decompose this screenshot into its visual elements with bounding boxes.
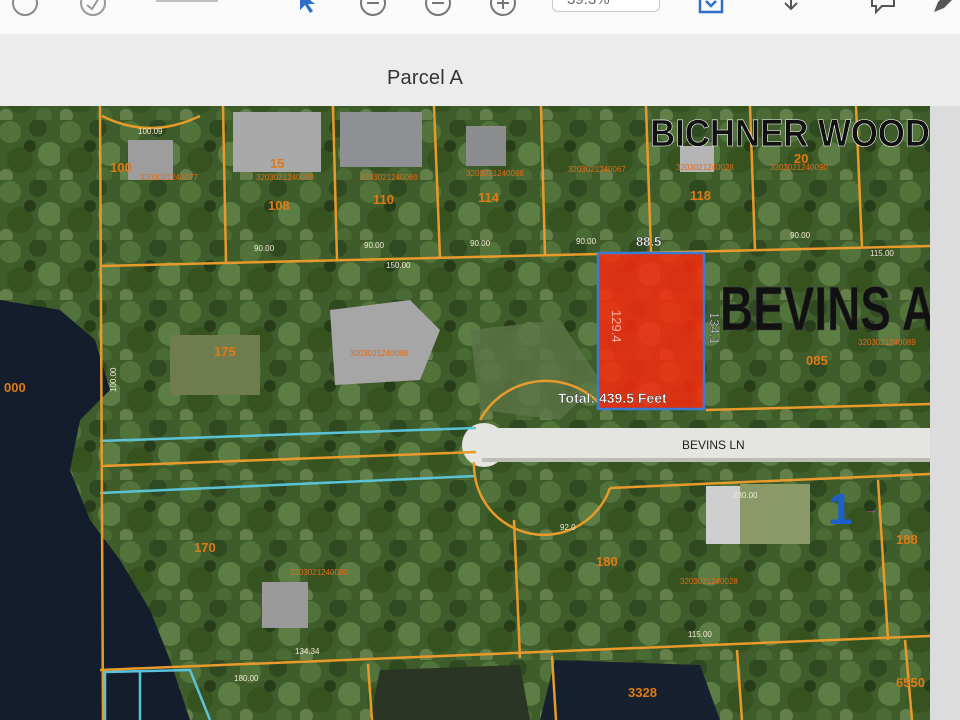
street-label: BEVINS LN [682,438,745,452]
parcel-number: 188 [896,532,918,547]
parcel-id: 3203021240090 [770,163,828,172]
pdf-toolbar: 39.3% [0,0,960,35]
parcel-id: 3203021240077 [140,173,198,182]
parcel-id: 3203021240090 [290,568,348,577]
parcel-id: 3203021240028 [676,163,734,172]
parcel-number: 110 [373,192,394,207]
parcel-id: 3203021240088 [350,349,408,358]
parcel-id: 3203021240089 [858,338,916,347]
dimension-label: 100.00 [109,367,118,392]
measure-left-length: 129.4 [609,310,624,343]
parcel-number: 085 [806,353,828,368]
roof-3 [340,112,422,167]
stamp-icon[interactable] [78,0,108,18]
parcel-number: 000 [4,380,26,395]
dimension-label: 90.00 [470,239,491,248]
parcel-number: 108 [268,198,290,213]
fit-page-icon[interactable] [696,0,726,18]
road-edge [482,458,930,462]
parcel-id: 3203021240067 [568,165,626,174]
zoom-out-icon[interactable] [358,0,388,18]
parcel-number: 118 [690,188,711,203]
dimension-label: 115.00 [870,249,894,258]
measure-right-length: 134.1 [707,312,722,345]
parcel-id: 3203021240069 [360,173,418,182]
zoom-level-field[interactable]: 39.3% [552,0,660,12]
dimension-label: 90.00 [576,237,597,246]
aerial-parcel-map[interactable]: BICHNER WOOD BEVINS A BEVINS LN 100 15 1… [0,106,930,720]
parcel-number: 170 [194,540,216,555]
parcel-number: 100 [110,160,132,175]
download-icon[interactable] [776,0,806,18]
zoom-minus-icon[interactable] [423,0,453,18]
parcel-number: 114 [478,190,500,205]
parcel-marker-label: 1 [828,485,852,534]
dimension-label: 90.00 [790,231,811,240]
dimension-label: 230.00 [733,491,758,500]
dimension-label: 100.09 [138,127,163,136]
parcel-number: 15 [270,156,284,171]
dimension-label: 180.00 [234,674,259,683]
parcel-number: 3328 [628,685,657,700]
page-edge [930,106,960,720]
dimension-label: 115.00 [688,630,712,639]
parcel-id: 3203021240068 [466,169,524,178]
comment-icon[interactable] [868,0,898,18]
dimension-label: 150.00 [386,261,411,270]
document-title: Parcel A [387,67,464,89]
dimension-label: 92.0 [560,523,576,532]
dimension-label: 90.00 [364,241,385,250]
subdivision-label: BICHNER WOOD [650,113,930,155]
pond-south [370,665,530,720]
dimension-label: 90.00 [254,244,275,253]
pen-icon[interactable] [928,0,958,18]
parcel-number: 6550 [896,675,925,690]
house-170 [262,582,308,628]
parcel-id: 3203021240028 [680,577,738,586]
measure-top-length: 88.5 [636,234,661,249]
purple-arrow-icon: → [864,501,878,517]
page-counter[interactable] [152,0,222,18]
info-icon[interactable] [10,0,40,18]
dimension-label: 134.34 [295,647,320,656]
parcel-number: 180 [596,554,618,569]
pointer-icon[interactable] [292,0,322,18]
roof-4 [466,126,506,166]
addition-label: BEVINS A [720,275,930,344]
zoom-plus-icon[interactable] [488,0,518,18]
parcel-number: 175 [214,344,236,359]
measure-total-label: Total: 439.5 Feet [558,390,667,406]
parcel-id: 3203021240070 [256,173,314,182]
